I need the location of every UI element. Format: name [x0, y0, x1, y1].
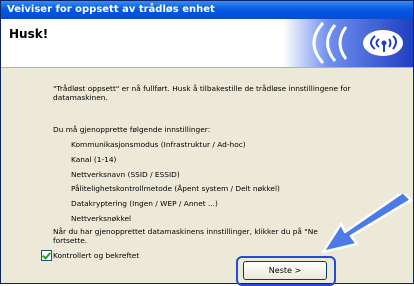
window-title: Veiviser for oppsett av trådløs enhet: [7, 4, 215, 15]
final-instruction-line1: Når du har gjenopprettet datamaskinens i…: [53, 227, 318, 236]
setting-item: Pålitelighetskontrollmetode (Åpent syste…: [71, 184, 280, 193]
setting-item: Kanal (1-14): [71, 155, 117, 164]
confirm-checkbox-label[interactable]: Kontrollert og bekreftet: [53, 251, 139, 260]
wizard-window: Veiviser for oppsett av trådløs enhet Hu…: [0, 0, 414, 286]
setting-item: Datakryptering (Ingen / WEP / Annet ...): [71, 199, 218, 208]
intro-text-line2: datamaskinen.: [53, 93, 108, 102]
setting-item: Nettverksnavn (SSID / ESSID): [71, 170, 180, 179]
arrow-pointer-icon: [321, 194, 413, 254]
title-bar: Veiviser for oppsett av trådløs enhet: [1, 1, 413, 19]
restore-heading: Du må gjenopprette følgende innstillinge…: [53, 125, 211, 134]
wizard-header: Husk!: [1, 19, 413, 68]
final-instruction-line2: fortsette.: [53, 236, 88, 245]
setting-item: Kommunikasjonsmodus (Infrastruktur / Ad-…: [71, 140, 246, 149]
wireless-signal-logo-icon: [283, 19, 413, 67]
intro-text-line1: "Trådløst oppsett" er nå fullført. Husk …: [53, 84, 351, 93]
page-title: Husk!: [9, 27, 49, 41]
setting-item: Nettverksnøkkel: [71, 214, 132, 223]
confirm-checkbox[interactable]: [41, 250, 52, 261]
